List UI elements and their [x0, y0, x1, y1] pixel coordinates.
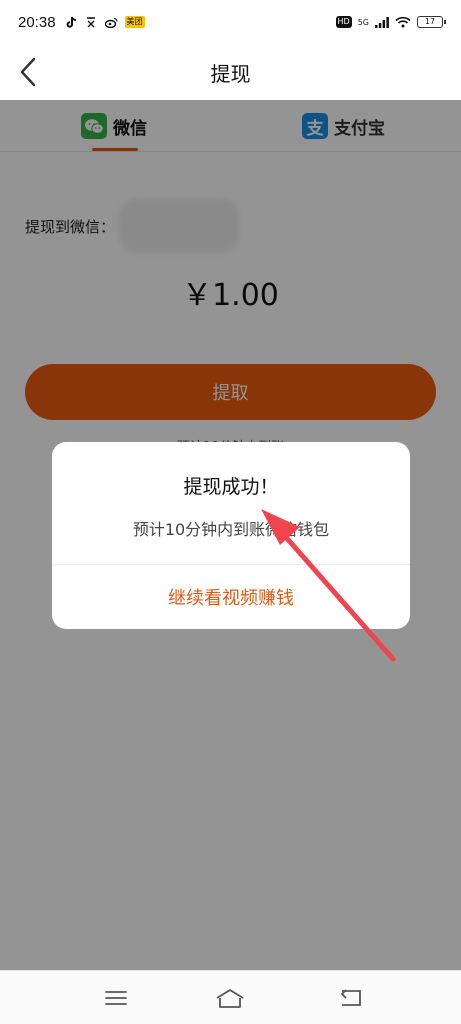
- weibo-icon: [104, 16, 118, 29]
- home-icon: [216, 989, 244, 1008]
- home-button[interactable]: [215, 983, 245, 1013]
- menu-button[interactable]: [101, 983, 131, 1013]
- header: 提现: [0, 44, 461, 100]
- dialog-title: 提现成功！: [183, 476, 279, 498]
- back-button[interactable]: [12, 54, 44, 90]
- text-icon: [85, 16, 98, 29]
- status-right-group: HD 5G 17: [335, 13, 446, 32]
- hd-badge: HD: [335, 16, 352, 28]
- status-time: 20:38: [18, 13, 56, 31]
- annotation-arrow-icon: [261, 509, 396, 662]
- page-title: 提现: [210, 61, 251, 86]
- app-badge-icon: 美团: [124, 16, 145, 28]
- signal-icon: [375, 13, 389, 32]
- chevron-left-icon: [20, 57, 36, 87]
- system-back-button[interactable]: [336, 983, 366, 1013]
- battery-icon: 17: [417, 16, 446, 28]
- back-icon: [340, 989, 361, 1006]
- menu-icon: [105, 991, 127, 1005]
- wifi-icon: [395, 13, 411, 32]
- notification-icons: 美团: [65, 16, 145, 29]
- status-bar: 20:38 美团 HD 5G 17: [0, 0, 461, 44]
- tiktok-icon: [65, 16, 78, 29]
- network-label: 5G: [357, 17, 369, 27]
- system-nav-bar: [0, 970, 461, 1024]
